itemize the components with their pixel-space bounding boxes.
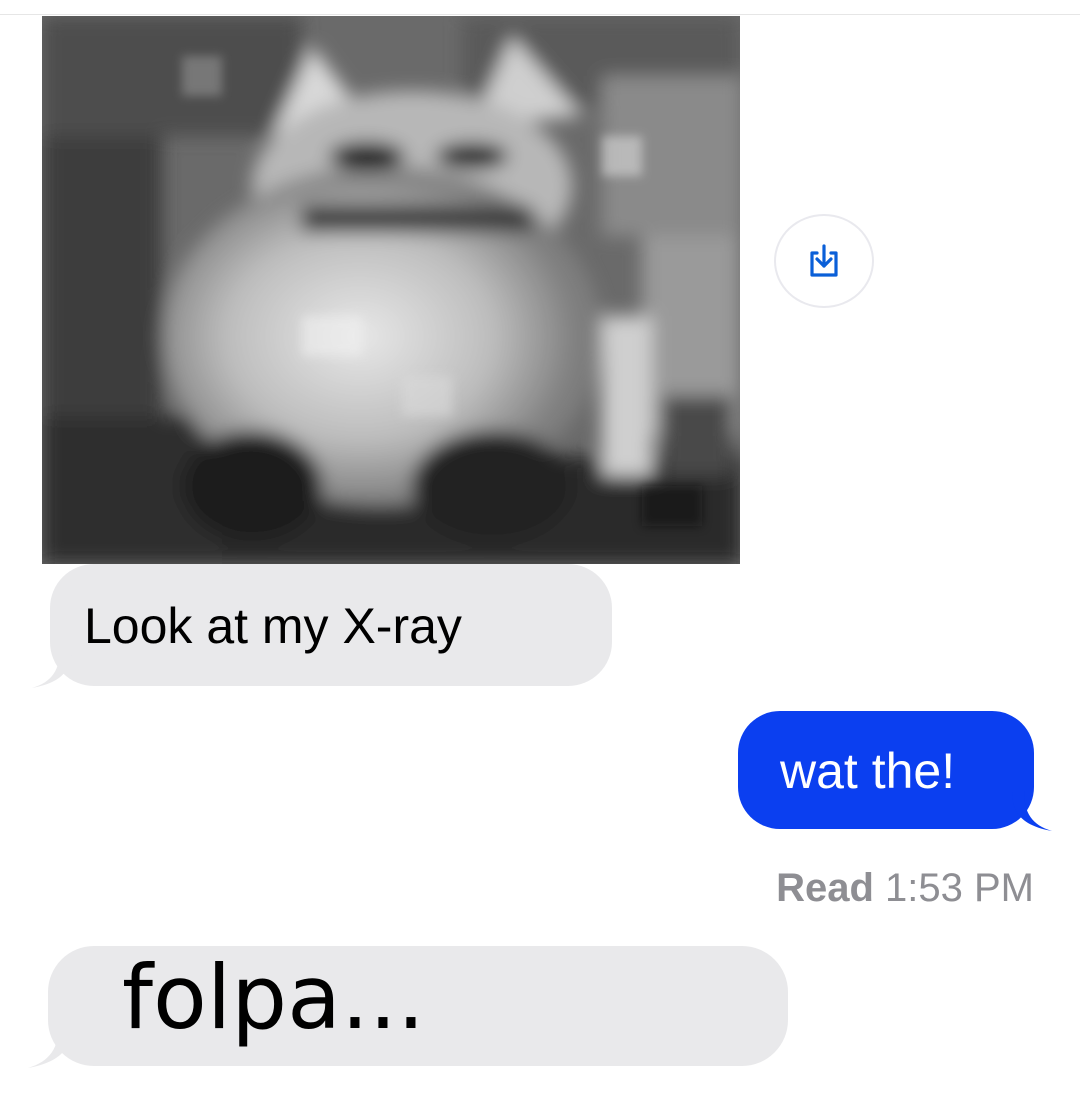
read-receipt: Read 1:53 PM [776, 864, 1034, 912]
sent-message-bubble[interactable]: wat the! [738, 711, 1052, 831]
message-text: wat the! [780, 743, 956, 799]
message-text: Look at my X-ray [84, 598, 462, 654]
top-divider [0, 14, 1080, 15]
save-download-icon [810, 244, 838, 277]
read-time: 1:53 PM [885, 866, 1034, 910]
save-attachment-button[interactable] [774, 214, 874, 308]
received-message-bubble[interactable]: folpa... [28, 946, 788, 1068]
xray-photo [42, 16, 740, 564]
received-message-bubble[interactable]: Look at my X-ray [32, 564, 612, 688]
bubble-tail [28, 1024, 72, 1068]
bubble-tail [32, 648, 72, 688]
photo-attachment[interactable] [42, 16, 740, 564]
message-text: folpa... [122, 946, 425, 1049]
read-label: Read [776, 866, 874, 910]
